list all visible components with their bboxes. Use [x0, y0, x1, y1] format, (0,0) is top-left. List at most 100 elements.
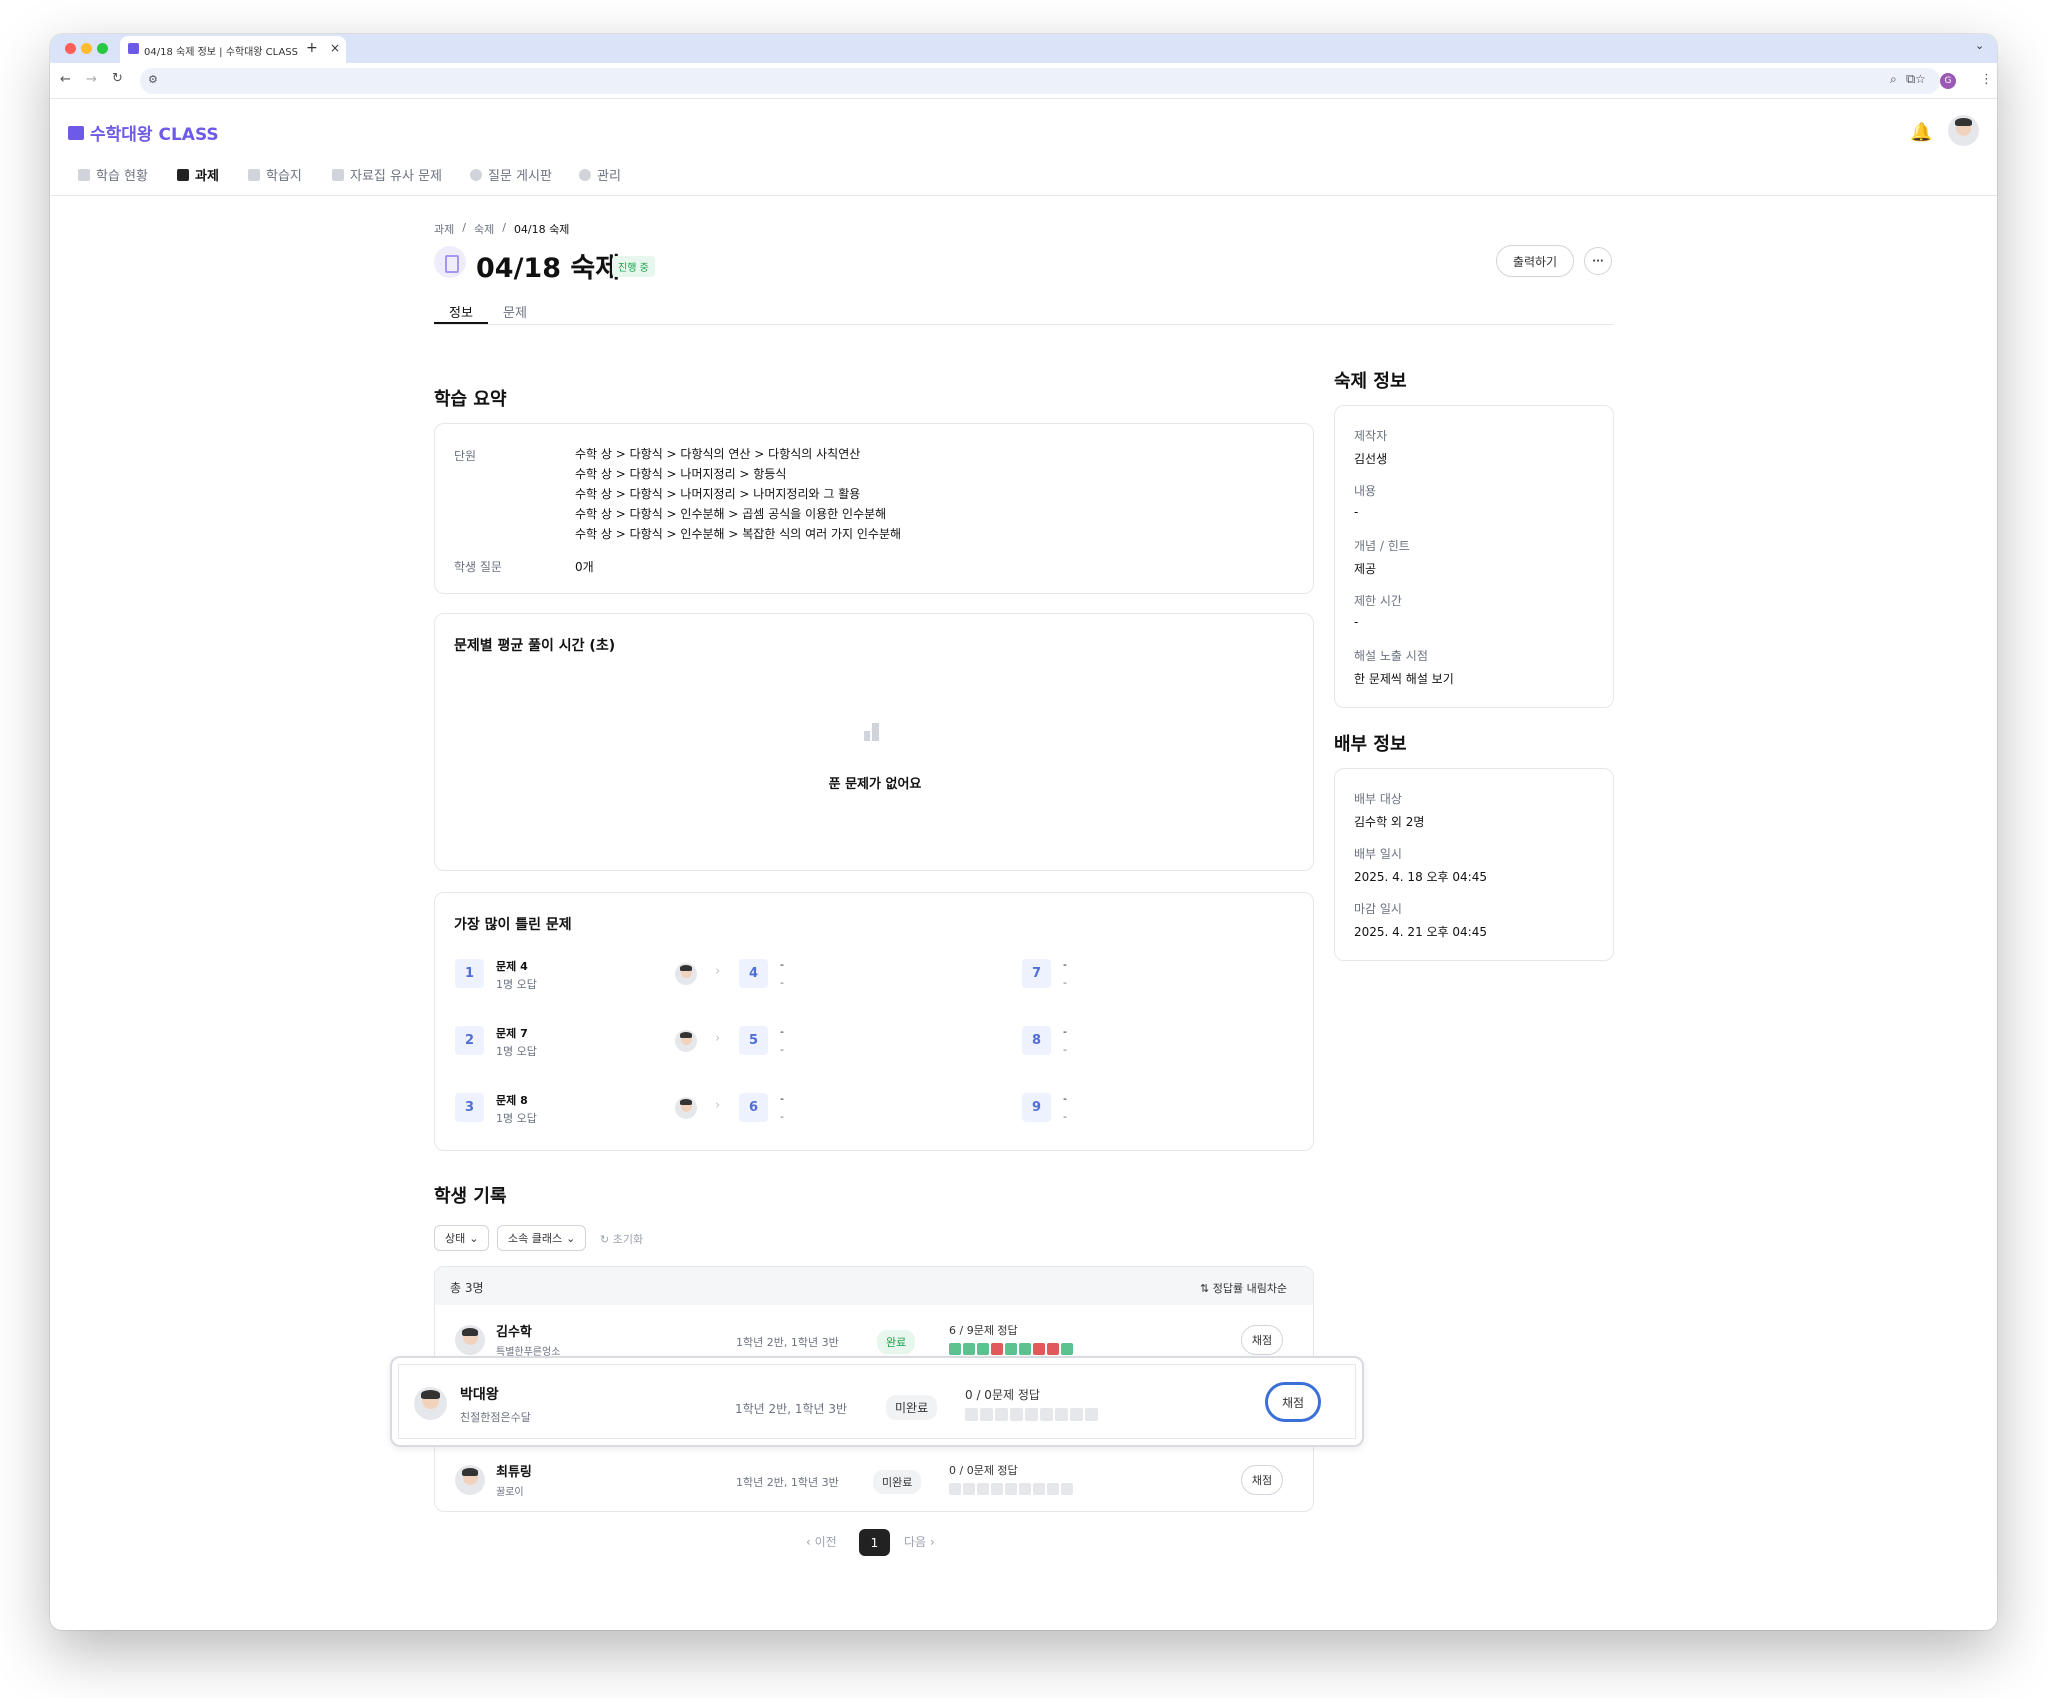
chevron-right-icon: › [926, 1535, 935, 1549]
result-segment [949, 1483, 961, 1495]
avg-time-card: 문제별 평균 풀이 시간 (초) 푼 문제가 없어요 [434, 613, 1314, 871]
class-filter[interactable]: 소속 클래스 ⌄ [497, 1225, 587, 1251]
nav-label: 관리 [597, 169, 621, 184]
problem-name[interactable]: 문제 8 [496, 1092, 528, 1108]
site-settings-icon[interactable]: ⚙ [148, 73, 158, 86]
status-badge: 완료 [877, 1330, 916, 1354]
bell-icon[interactable]: 🔔 [1910, 122, 1932, 143]
result-segment [1047, 1483, 1059, 1495]
status-filter[interactable]: 상태 ⌄ [434, 1225, 490, 1251]
nav-item-worksheet[interactable]: 학습지 [248, 165, 302, 184]
tab-favicon-icon [128, 43, 139, 54]
prev-page-button[interactable]: ‹ 이전 [806, 1533, 837, 1550]
maximize-window-button[interactable] [97, 43, 108, 54]
rank-number: 7 [1022, 959, 1051, 988]
student-avatar [414, 1387, 447, 1420]
wrong-count: - [1063, 976, 1067, 989]
nav-item-status[interactable]: 학습 현황 [78, 165, 148, 184]
info-value: 김수학 외 2명 [1354, 815, 1425, 829]
problem-name: - [780, 958, 784, 971]
folder-icon [332, 168, 344, 181]
filter-label: 소속 클래스 [508, 1232, 563, 1245]
breadcrumb-homework[interactable]: 숙제 [474, 221, 494, 237]
result-bar [965, 1408, 1100, 1421]
nav-item-qna-board[interactable]: 질문 게시판 [470, 165, 552, 184]
distribution-info-title: 배부 정보 [1334, 734, 1407, 755]
tab-problems[interactable]: 문제 [503, 302, 527, 321]
profile-avatar[interactable]: G [1940, 73, 1956, 89]
prev-label: 이전 [814, 1535, 837, 1549]
problem-name[interactable]: 문제 7 [496, 1025, 528, 1041]
user-avatar[interactable] [1948, 115, 1979, 146]
sort-label: 정답률 내림차순 [1212, 1282, 1288, 1295]
problem-name: - [780, 1092, 784, 1105]
reset-filter-button[interactable]: ↻ 초기화 [600, 1231, 643, 1247]
wrong-count: - [1063, 1043, 1067, 1056]
browser-menu-icon[interactable]: ⋮ [1980, 72, 1993, 87]
extensions-icon[interactable]: ⧉ [1906, 72, 1915, 87]
browser-toolbar: ← → ↻ ⚙ ⌕ ☆ ⧉ G ⋮ [50, 63, 1997, 99]
more-options-button[interactable]: ··· [1584, 247, 1612, 275]
student-question-label: 학생 질문 [454, 560, 502, 574]
back-arrow-icon[interactable]: ← [60, 72, 71, 87]
table-row[interactable]: 최튜링 꿀로이 1학년 2반, 1학년 3반 미완료 0 / 0문제 정답 채점 [435, 1445, 1313, 1513]
book-logo-icon [68, 125, 84, 140]
wrong-count: - [780, 1043, 784, 1056]
status-badge: 미완료 [886, 1395, 938, 1420]
page-number-current[interactable]: 1 [859, 1529, 890, 1556]
brand-logo[interactable]: 수학대왕 CLASS [68, 120, 219, 145]
refresh-icon: ↻ [600, 1233, 613, 1246]
print-button[interactable]: 출력하기 [1496, 245, 1574, 277]
result-segment [1061, 1343, 1073, 1355]
bookmark-star-icon[interactable]: ☆ [1915, 72, 1926, 86]
result-segment [1040, 1408, 1053, 1421]
browser-window: 04/18 숙제 정보 | 수학대왕 CLASS × + ⌄ ← → ↻ ⚙ ⌕… [50, 34, 1997, 1630]
nav-item-admin[interactable]: 관리 [579, 165, 621, 184]
tab-close-icon[interactable]: × [330, 41, 340, 55]
most-wrong-title: 가장 많이 틀린 문제 [454, 917, 572, 933]
new-tab-button[interactable]: + [306, 40, 318, 56]
chat-bubble-icon [470, 168, 482, 181]
result-segment [980, 1408, 993, 1421]
result-segment [1025, 1408, 1038, 1421]
minimize-window-button[interactable] [81, 43, 92, 54]
close-window-button[interactable] [65, 43, 76, 54]
unit-line: 수학 상 > 다항식 > 인수분해 > 복잡한 식의 여러 가지 인수분해 [575, 527, 902, 541]
address-bar[interactable]: ⚙ ⌕ ☆ [140, 68, 1940, 94]
breadcrumb-separator: / [502, 221, 506, 234]
info-label: 내용 [1354, 484, 1377, 498]
info-value: 제공 [1354, 562, 1377, 576]
forward-arrow-icon[interactable]: → [86, 72, 97, 87]
nav-item-assignment[interactable]: 과제 [177, 165, 219, 184]
empty-chart-icon-bar [872, 723, 879, 741]
rank-number: 8 [1022, 1026, 1051, 1055]
problem-name[interactable]: 문제 4 [496, 958, 528, 974]
next-page-button[interactable]: 다음 › [904, 1533, 935, 1550]
reload-icon[interactable]: ↻ [112, 71, 123, 86]
result-segment [991, 1343, 1003, 1355]
grade-button[interactable]: 채점 [1241, 1465, 1283, 1495]
grade-button[interactable]: 채점 [1265, 1382, 1321, 1422]
tab-title: 04/18 숙제 정보 | 수학대왕 CLASS [144, 47, 299, 58]
student-name: 최튜링 [496, 1465, 532, 1480]
student-classes: 1학년 2반, 1학년 3반 [736, 1476, 839, 1489]
info-label: 개념 / 힌트 [1354, 539, 1410, 553]
tab-info[interactable]: 정보 [449, 302, 473, 321]
status-badge: 미완료 [873, 1470, 922, 1494]
tab-search-chevron-icon[interactable]: ⌄ [1975, 39, 1984, 52]
rank-number: 5 [739, 1026, 768, 1055]
sort-toggle[interactable]: ⇅ 정답률 내림차순 [1200, 1280, 1287, 1296]
info-label: 마감 일시 [1354, 902, 1402, 916]
result-segment [963, 1343, 975, 1355]
reset-label: 초기화 [612, 1233, 644, 1246]
result-bar [949, 1343, 1075, 1355]
nav-item-similar-problems[interactable]: 자료집 유사 문제 [332, 165, 442, 184]
breadcrumb-assignment[interactable]: 과제 [434, 221, 454, 237]
table-row[interactable]: 박대왕 친절한점은수달 1학년 2반, 1학년 3반 미완료 0 / 0문제 정… [398, 1364, 1356, 1439]
info-value: 2025. 4. 21 오후 04:45 [1354, 925, 1487, 939]
rank-number: 2 [455, 1026, 484, 1055]
rank-number: 4 [739, 959, 768, 988]
zoom-icon[interactable]: ⌕ [1890, 72, 1897, 87]
grade-button[interactable]: 채점 [1241, 1325, 1283, 1355]
student-name: 박대왕 [460, 1387, 499, 1403]
